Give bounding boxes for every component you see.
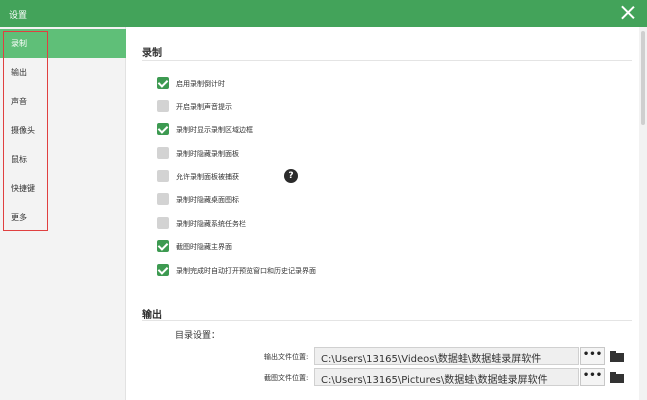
checkbox-checked[interactable] (157, 240, 169, 252)
option-label: 开启录制声音提示 (176, 103, 232, 111)
folder-icon[interactable] (610, 372, 624, 383)
sidebar-item-label: 鼠标 (11, 155, 27, 164)
sidebar-item-label: 快捷键 (11, 184, 35, 193)
checkbox-checked[interactable] (157, 264, 169, 276)
output-path-field[interactable]: C:\Users\13165\Videos\数据蛙\数据蛙录屏软件 (314, 347, 579, 365)
option-label: 录制完成时自动打开预览窗口和历史记录界面 (176, 267, 316, 275)
checkbox-unchecked[interactable] (157, 147, 169, 159)
section-divider (142, 60, 632, 61)
checkbox-unchecked[interactable] (157, 217, 169, 229)
directory-settings-label: 目录设置： (175, 331, 221, 341)
close-icon[interactable] (621, 5, 635, 19)
sidebar-item-more[interactable]: 更多 (0, 203, 126, 232)
sidebar-item-record[interactable]: 录制 (0, 29, 126, 58)
sidebar: 录制 输出 声音 摄像头 鼠标 快捷键 更多 (0, 27, 126, 400)
checkbox-checked[interactable] (157, 123, 169, 135)
screenshot-browse-button[interactable]: ••• (580, 368, 605, 386)
sidebar-item-label: 录制 (11, 39, 27, 48)
section-title-output: 输出 (142, 310, 162, 321)
sidebar-item-camera[interactable]: 摄像头 (0, 116, 126, 145)
folder-icon[interactable] (610, 351, 624, 362)
sidebar-item-label: 摄像头 (11, 126, 35, 135)
output-path-label: 输出文件位置: (264, 353, 309, 361)
section-title-record: 录制 (142, 48, 162, 59)
option-label: 截图时隐藏主界面 (176, 243, 232, 251)
checkbox-unchecked[interactable] (157, 170, 169, 182)
sidebar-item-sound[interactable]: 声音 (0, 87, 126, 116)
checkbox-unchecked[interactable] (157, 193, 169, 205)
sidebar-item-label: 更多 (11, 213, 27, 222)
option-label: 允许录制面板被捕获 (176, 173, 239, 181)
screenshot-path-label: 截图文件位置: (264, 374, 309, 382)
screenshot-path-field[interactable]: C:\Users\13165\Pictures\数据蛙\数据蛙录屏软件 (314, 368, 579, 386)
sidebar-item-hotkeys[interactable]: 快捷键 (0, 174, 126, 203)
scrollbar-thumb[interactable] (641, 31, 645, 125)
section-divider (142, 320, 632, 321)
sidebar-item-mouse[interactable]: 鼠标 (0, 145, 126, 174)
title-bar: 设置 (0, 0, 647, 27)
option-label: 启用录制倒计时 (176, 80, 225, 88)
output-browse-button[interactable]: ••• (580, 347, 605, 365)
option-label: 录制时显示录制区域边框 (176, 126, 253, 134)
checkbox-unchecked[interactable] (157, 100, 169, 112)
sidebar-item-output[interactable]: 输出 (0, 58, 126, 87)
sidebar-item-label: 声音 (11, 97, 27, 106)
option-label: 录制时隐藏录制面板 (176, 150, 239, 158)
help-icon[interactable]: ? (284, 169, 298, 183)
sidebar-item-label: 输出 (11, 68, 27, 77)
scrollbar[interactable] (639, 27, 647, 400)
option-label: 录制时隐藏系统任务栏 (176, 220, 246, 228)
window-title: 设置 (9, 11, 28, 21)
option-label: 录制时隐藏桌面图标 (176, 196, 239, 204)
checkbox-checked[interactable] (157, 77, 169, 89)
